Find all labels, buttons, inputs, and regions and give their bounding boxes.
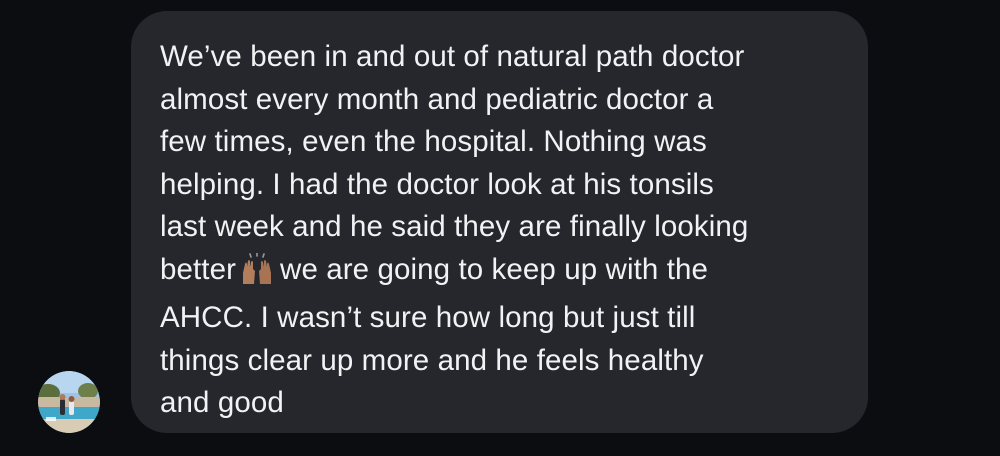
message-text: We’ve been in and out of natural path do… — [160, 36, 848, 425]
chat-screen: We’ve been in and out of natural path do… — [0, 0, 1000, 456]
message-text-part-1: We’ve been in and out of natural path do… — [160, 40, 749, 286]
message-bubble[interactable]: We’ve been in and out of natural path do… — [131, 11, 868, 433]
avatar[interactable] — [38, 371, 100, 433]
profile-photo — [38, 371, 100, 433]
raising-hands-icon — [240, 252, 274, 298]
